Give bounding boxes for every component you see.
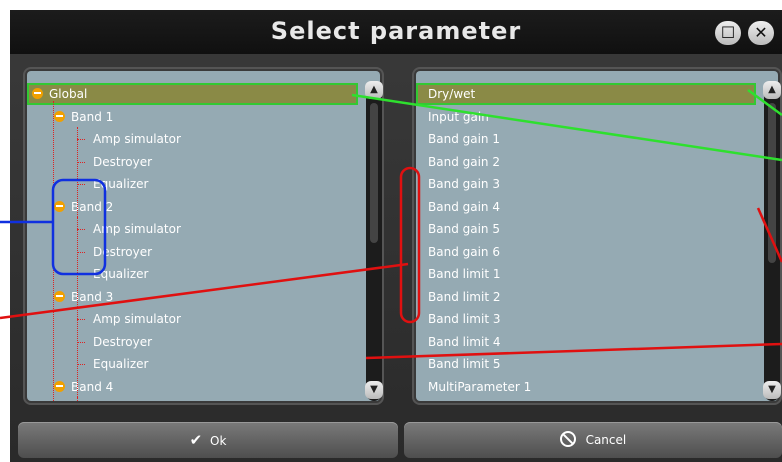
collapse-icon[interactable] <box>32 88 43 99</box>
close-icon: ✕ <box>754 23 768 42</box>
tree-guide-line <box>77 217 78 309</box>
parameter-list-item[interactable]: Band gain 4 <box>416 196 756 218</box>
right-list-panel: Dry/wet Input gain Band gain 1 Band gain 2 B… <box>412 67 782 405</box>
parameter-label: Dry/wet <box>428 87 476 101</box>
parameter-label: Band gain 2 <box>428 154 500 169</box>
tree-item-label: Global <box>49 87 88 101</box>
parameter-list-item[interactable]: Band gain 6 <box>416 241 756 263</box>
tree-item-label: Equalizer <box>93 177 149 191</box>
collapse-icon[interactable] <box>54 380 65 392</box>
tree-connector <box>77 341 85 343</box>
parameter-list-item[interactable]: Band limit 2 <box>416 286 756 308</box>
tree-item[interactable]: Global <box>27 83 358 105</box>
left-tree-panel: Global Band 1 Amp simulator Destroyer Equali… <box>23 67 384 405</box>
parameter-list-item[interactable]: Band limit 4 <box>416 331 756 353</box>
collapse-icon[interactable] <box>54 290 65 302</box>
parameter-label: Band limit 2 <box>428 289 501 304</box>
parameter-label: Band limit 4 <box>428 334 501 349</box>
parameter-label: Band gain 1 <box>428 132 500 146</box>
tree-item-label: Amp simulator <box>93 398 181 401</box>
tree-item[interactable]: Band 1 <box>27 106 358 128</box>
parameter-list-item[interactable]: Band gain 2 <box>416 151 756 173</box>
collapse-icon[interactable] <box>54 110 65 122</box>
parameter-label: MultiParameter 2 <box>428 398 531 401</box>
parameter-label: Band gain 6 <box>428 244 500 259</box>
tree-item-label: Band 1 <box>71 109 114 124</box>
select-parameter-dialog: Select parameter ☐ ✕ Global Band 1 Amp sim… <box>10 10 782 462</box>
parameter-list-item[interactable]: Band gain 5 <box>416 218 756 240</box>
parameter-list[interactable]: Dry/wet Input gain Band gain 1 Band gain 2 B… <box>416 71 778 401</box>
tree-item-label: Amp simulator <box>93 312 181 326</box>
tree-connector <box>77 184 85 185</box>
tree-item-label: Amp simulator <box>93 132 181 146</box>
title-bar: Select parameter ☐ ✕ <box>10 10 782 54</box>
parameter-label: Band limit 1 <box>428 267 501 281</box>
tree-guide-line <box>77 307 78 399</box>
ok-label: Ok <box>210 434 227 448</box>
left-scroll-thumb[interactable] <box>370 103 378 243</box>
dialog-title: Select parameter <box>270 17 522 45</box>
parameter-list-item[interactable]: MultiParameter 2 <box>416 398 756 401</box>
tree-item-label: Amp simulator <box>93 222 181 236</box>
parameter-tree[interactable]: Global Band 1 Amp simulator Destroyer Equali… <box>27 71 380 401</box>
maximize-icon: ☐ <box>720 23 736 42</box>
tree-connector <box>77 251 85 253</box>
parameter-label: Band limit 5 <box>428 357 501 371</box>
tree-connector <box>77 364 85 365</box>
ok-button[interactable]: ✔ Ok <box>18 422 398 458</box>
tree-connector <box>77 229 85 230</box>
tree-connector <box>77 139 85 140</box>
left-scroll-up-button[interactable]: ▲ <box>365 81 383 99</box>
parameter-label: Band gain 4 <box>428 199 500 214</box>
parameter-list-item[interactable]: Input gain <box>416 106 756 128</box>
collapse-icon[interactable] <box>54 200 65 212</box>
parameter-list-item[interactable]: MultiParameter 1 <box>416 376 756 398</box>
tree-connector <box>77 274 85 275</box>
tree-connector <box>77 319 85 320</box>
tree-item-label: Destroyer <box>93 154 153 169</box>
checkmark-icon: ✔ <box>189 431 203 449</box>
cancel-icon <box>559 431 576 447</box>
tree-connector <box>77 161 85 163</box>
tree-item-label: Destroyer <box>93 244 153 259</box>
parameter-list-item[interactable]: Dry/wet <box>416 83 756 105</box>
right-scroll-down-button[interactable]: ▼ <box>763 381 781 399</box>
cancel-label: Cancel <box>585 433 627 447</box>
tree-item-label: Equalizer <box>93 267 149 281</box>
tree-guide-line <box>77 127 78 219</box>
maximize-button[interactable]: ☐ <box>715 21 741 45</box>
cancel-button[interactable]: Cancel <box>404 422 782 458</box>
tree-item-label: Equalizer <box>93 357 149 371</box>
parameter-label: Input gain <box>428 109 489 124</box>
close-button[interactable]: ✕ <box>748 21 774 45</box>
parameter-label: MultiParameter 1 <box>428 379 532 394</box>
tree-guide-line <box>77 397 78 401</box>
parameter-list-item[interactable]: Band limit 5 <box>416 353 756 375</box>
parameter-label: Band gain 5 <box>428 222 500 236</box>
tree-item-label: Destroyer <box>93 334 153 349</box>
tree-guide-line <box>53 101 54 401</box>
right-scroll-up-button[interactable]: ▲ <box>763 81 781 99</box>
left-scroll-down-button[interactable]: ▼ <box>365 381 383 399</box>
parameter-list-item[interactable]: Band limit 3 <box>416 308 756 330</box>
parameter-list-item[interactable]: Band limit 1 <box>416 263 756 285</box>
parameter-list-item[interactable]: Band gain 3 <box>416 173 756 195</box>
parameter-label: Band gain 3 <box>428 177 500 191</box>
right-scroll-thumb[interactable] <box>768 103 776 263</box>
parameter-label: Band limit 3 <box>428 312 501 326</box>
parameter-list-item[interactable]: Band gain 1 <box>416 128 756 150</box>
